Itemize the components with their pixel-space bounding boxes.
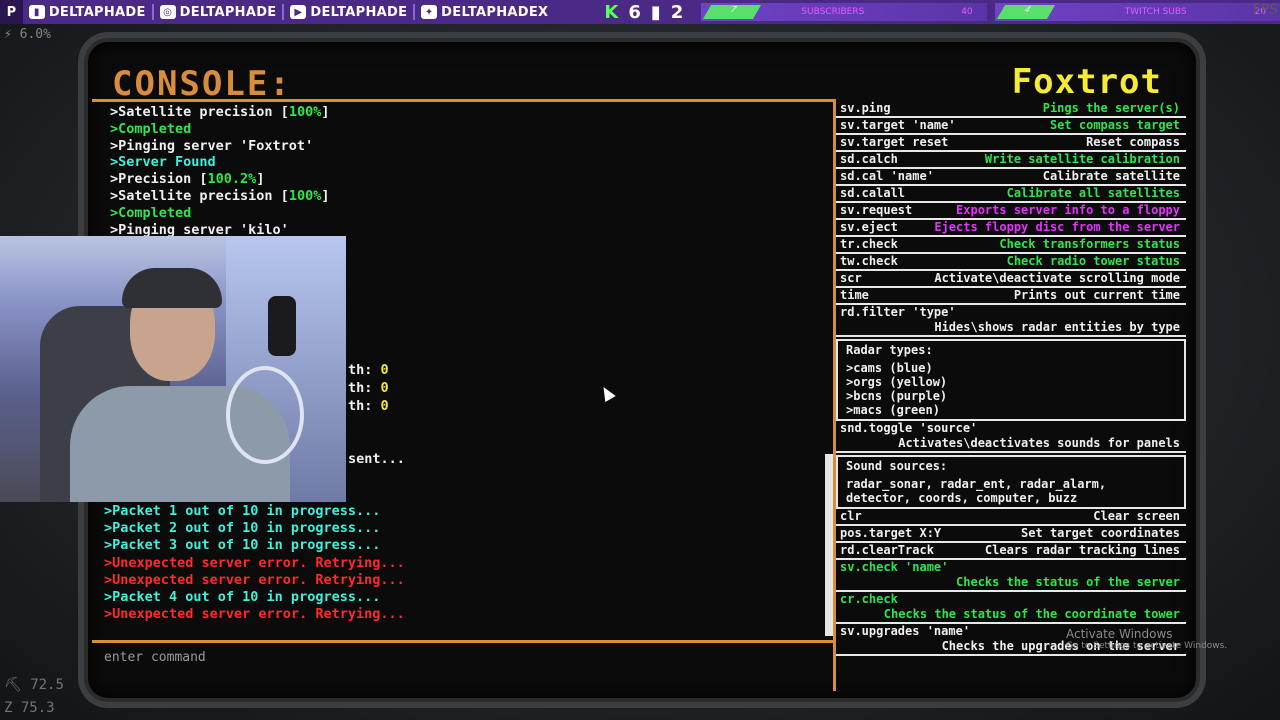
help-row: snd.toggle 'source' Activates\deactivates… (836, 421, 1186, 453)
console-title: CONSOLE: (112, 64, 292, 104)
command-input[interactable]: enter command (104, 650, 206, 665)
stat-readout: Z 75.3 (4, 700, 55, 716)
log-line: >Packet 3 out of 10 in progress... (104, 537, 381, 554)
twitch-subs-progress: 4 (996, 5, 1055, 19)
help-row: sv.target reset Reset compass (836, 135, 1186, 152)
log-line: >Packet 1 out of 10 in progress... (104, 503, 381, 519)
log-line: >Packet 2 out of 10 in progress... (104, 520, 381, 537)
social-twitch: ▮ DELTAPHADE (23, 5, 152, 20)
fps-label: FPS (1252, 2, 1278, 18)
twitch-subs-label: TWITCH SUBS (1124, 7, 1187, 17)
log-line-partial: sent... (348, 451, 405, 467)
twitter-icon: ✦ (421, 5, 438, 19)
log-line-partial: th: 0 (348, 380, 389, 396)
radar-type: >bcns (purple) (846, 389, 948, 403)
server-name: Foxtrot (1011, 62, 1162, 102)
log-line: >Precision [100.2%] (110, 171, 265, 188)
console-scrollbar[interactable] (825, 454, 833, 636)
social-handle: DELTAPHADE (179, 4, 277, 20)
radar-type: >macs (green) (846, 403, 940, 417)
help-row: clr Clear screen (836, 509, 1186, 526)
help-row: tw.check Check radio tower status (836, 254, 1186, 271)
help-row: time Prints out current time (836, 288, 1186, 305)
divider (92, 640, 836, 643)
help-row: sd.calch Write satellite calibration (836, 152, 1186, 169)
watermark-title: Activate Windows (1066, 627, 1173, 641)
microphone (268, 296, 296, 356)
desk-fan (226, 366, 304, 464)
radar-type: >cams (blue) (846, 361, 933, 375)
log-line: >Completed (110, 204, 192, 221)
twitch-count: 2 (670, 1, 684, 23)
subscribers-goal: 7 SUBSCRIBERS 40 (701, 3, 987, 21)
log-line-partial: th: 0 (348, 362, 389, 378)
help-row: rd.filter 'type' Hides\shows radar entiti… (836, 305, 1186, 337)
help-row: cr.check Checks the status of the coordin… (836, 592, 1186, 624)
help-row: sd.calall Calibrate all satellites (836, 186, 1186, 203)
twitch-icon: ▮ (28, 5, 45, 19)
console-log-bottom: >Packet 1 out of 10 in progress... >Pack… (104, 503, 405, 623)
help-row: sv.eject Ejects floppy disc from the serv… (836, 220, 1186, 237)
help-row: sv.request Exports server info to a flopp… (836, 203, 1186, 220)
youtube-icon: ▶ (290, 5, 307, 19)
log-line: >Unexpected server error. Retrying... (104, 571, 405, 588)
command-help-panel: sv.ping Pings the server(s) sv.target 'na… (836, 101, 1186, 656)
streamer-cap (122, 268, 222, 308)
log-line: >Packet 4 out of 10 in progress... (104, 589, 381, 606)
platform-counters: K 6 ▮ 2 (604, 2, 693, 23)
help-row: sd.cal 'name' Calibrate satellite (836, 169, 1186, 186)
cpu-value: 6.0% (19, 27, 51, 42)
help-row: pos.target X:Y Set target coordinates (836, 526, 1186, 543)
log-line: >Satellite precision [100%] (110, 104, 330, 120)
channel-logo: P (0, 0, 23, 24)
twitch-small-icon: ▮ (650, 1, 661, 23)
social-youtube: ▶ DELTAPHADE (284, 5, 413, 20)
log-line: >Unexpected server error. Retrying... (104, 554, 405, 571)
kick-count: 6 (628, 1, 641, 23)
social-twitter: ✦ DELTAPHADEX (415, 5, 554, 20)
instagram-icon: ◎ (159, 5, 176, 19)
help-row: rd.clearTrack Clears radar tracking lines (836, 543, 1186, 560)
watermark-subtitle: Go to Settings to activate Windows. (1066, 641, 1228, 651)
log-line: >Unexpected server error. Retrying... (104, 606, 405, 623)
activate-windows-watermark: Activate Windows Go to Settings to activ… (1066, 627, 1227, 651)
social-handle: DELTAPHADE (48, 4, 146, 20)
console-log-top: >Satellite precision [100%] >Completed >… (110, 104, 329, 238)
social-handle: DELTAPHADE (310, 4, 408, 20)
help-row: scr Activate\deactivate scrolling mode (836, 271, 1186, 288)
radar-types-box: Radar types: >cams (blue) >orgs (yellow)… (836, 339, 1186, 421)
sound-sources-list: radar_sonar, radar_ent, radar_alarm, det… (846, 477, 1107, 505)
divider (92, 99, 836, 102)
subscribers-label: SUBSCRIBERS (801, 7, 865, 17)
twitch-subs-goal: 4 TWITCH SUBS 20 (994, 3, 1280, 21)
stream-overlay-bar: P ▮ DELTAPHADE ◎ DELTAPHADE ▶ DELTAPHADE ✦ D… (0, 0, 1280, 24)
log-line: >Server Found (110, 154, 216, 171)
webcam-overlay (0, 236, 346, 502)
subscribers-progress: 7 (703, 5, 762, 19)
help-row: sv.check 'name' Checks the status of the … (836, 560, 1186, 592)
log-line-partial: th: 0 (348, 398, 389, 414)
help-row: sv.ping Pings the server(s) (836, 101, 1186, 118)
sound-sources-title: Sound sources: (846, 459, 948, 473)
help-row: tr.check Check transformers status (836, 237, 1186, 254)
radar-types-title: Radar types: (846, 343, 933, 357)
log-line: >Satellite precision [100%] (110, 187, 330, 204)
kick-icon: K (604, 1, 619, 23)
stat-readout: ⛏ 72.5 (4, 677, 64, 693)
sound-sources-box: Sound sources: radar_sonar, radar_ent, r… (836, 455, 1186, 509)
radar-type: >orgs (yellow) (846, 375, 948, 389)
social-handle: DELTAPHADEX (441, 4, 549, 20)
cpu-readout: ⚡ 6.0% (4, 27, 51, 42)
social-instagram: ◎ DELTAPHADE (154, 5, 283, 20)
help-row: sv.target 'name' Set compass target (836, 118, 1186, 135)
log-line: >Pinging server 'Foxtrot' (110, 137, 314, 154)
log-line: >Completed (110, 120, 192, 137)
subscribers-goal-value: 40 (961, 7, 973, 17)
